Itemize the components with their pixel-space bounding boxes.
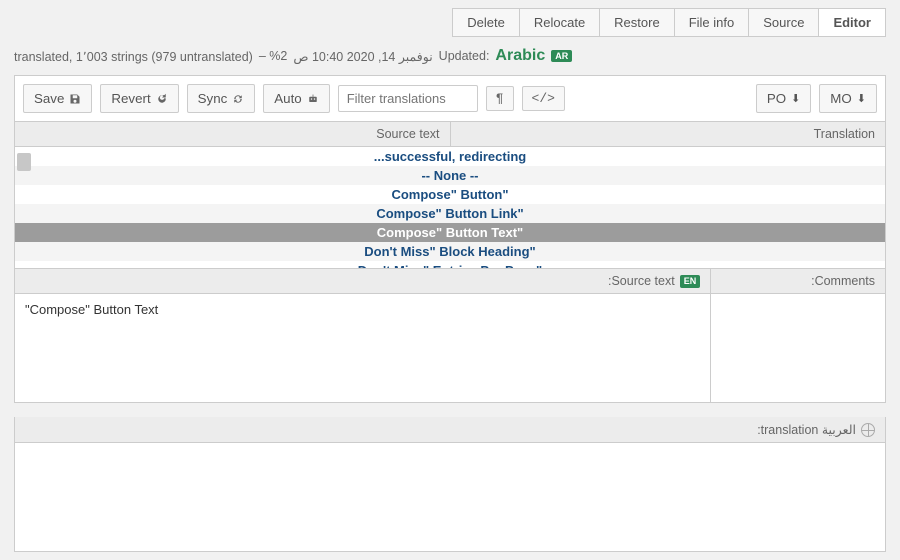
locale-badge: AR	[551, 50, 572, 63]
revert-button[interactable]: Revert	[100, 84, 178, 113]
refresh-icon	[156, 93, 168, 105]
code-button[interactable]: </>	[522, 86, 565, 111]
save-button[interactable]: Save	[23, 84, 92, 113]
table-row[interactable]: -- None --	[15, 166, 885, 185]
table-header: Source text Translation	[14, 122, 886, 147]
table-row-selected[interactable]: Compose" Button Text"	[15, 223, 885, 242]
tab-delete[interactable]: Delete	[452, 8, 520, 37]
table-row[interactable]: ...successful, redirecting	[15, 147, 885, 166]
table-row[interactable]: Don't Miss" Entries Per Page"	[15, 261, 885, 269]
language-name: Arabic	[495, 47, 545, 65]
updated-timestamp: نوفمبر 14, 2020 10:40 ص	[293, 49, 432, 64]
sync-button[interactable]: Sync	[187, 84, 256, 113]
table-row[interactable]: Compose" Button Link"	[15, 204, 885, 223]
robot-icon	[307, 93, 319, 105]
tab-source[interactable]: Source	[748, 8, 819, 37]
translation-pane-label: :translation العربية	[757, 422, 856, 437]
translation-pane: :translation العربية	[14, 417, 886, 552]
mo-download-button[interactable]: MO⬇	[819, 84, 877, 113]
comments-pane-label: :Comments	[811, 274, 875, 288]
toolbar: Save Revert Sync Auto ¶ </> PO⬇ MO⬇	[14, 75, 886, 122]
pilcrow-button[interactable]: ¶	[486, 86, 514, 111]
source-text-value: "Compose" Button Text	[15, 294, 710, 402]
globe-icon[interactable]	[861, 423, 875, 437]
table-row[interactable]: Don't Miss" Block Heading"	[15, 242, 885, 261]
top-tabs: Delete Relocate Restore File info Source…	[14, 8, 886, 37]
meta-bar: AR Arabic :Updated نوفمبر 14, 2020 10:40…	[14, 41, 886, 75]
comments-body[interactable]	[711, 294, 885, 402]
stats: translated, 1٬003 strings (979 untransla…	[14, 49, 253, 64]
tab-restore[interactable]: Restore	[599, 8, 675, 37]
download-icon: ⬇	[857, 92, 866, 106]
filter-input[interactable]	[338, 85, 478, 112]
source-lang-badge: EN	[680, 275, 701, 288]
tab-editor[interactable]: Editor	[818, 8, 886, 37]
comments-pane: :Comments	[711, 269, 885, 402]
po-download-button[interactable]: PO⬇	[756, 84, 811, 113]
source-pane-label: :Source text	[608, 274, 675, 288]
save-icon	[69, 93, 81, 105]
table-row[interactable]: Compose" Button"	[15, 185, 885, 204]
percent: %2 –	[259, 49, 288, 63]
string-list[interactable]: ...successful, redirecting -- None -- Co…	[14, 147, 886, 269]
column-source: Source text	[15, 122, 451, 146]
column-translation: Translation	[451, 122, 886, 146]
tab-relocate[interactable]: Relocate	[519, 8, 600, 37]
updated-label: :Updated	[439, 49, 490, 63]
auto-button[interactable]: Auto	[263, 84, 329, 113]
sync-icon	[232, 93, 244, 105]
download-icon: ⬇	[791, 92, 800, 106]
source-pane: :Source text EN "Compose" Button Text	[15, 269, 711, 402]
tab-fileinfo[interactable]: File info	[674, 8, 750, 37]
translation-input[interactable]	[15, 443, 885, 551]
